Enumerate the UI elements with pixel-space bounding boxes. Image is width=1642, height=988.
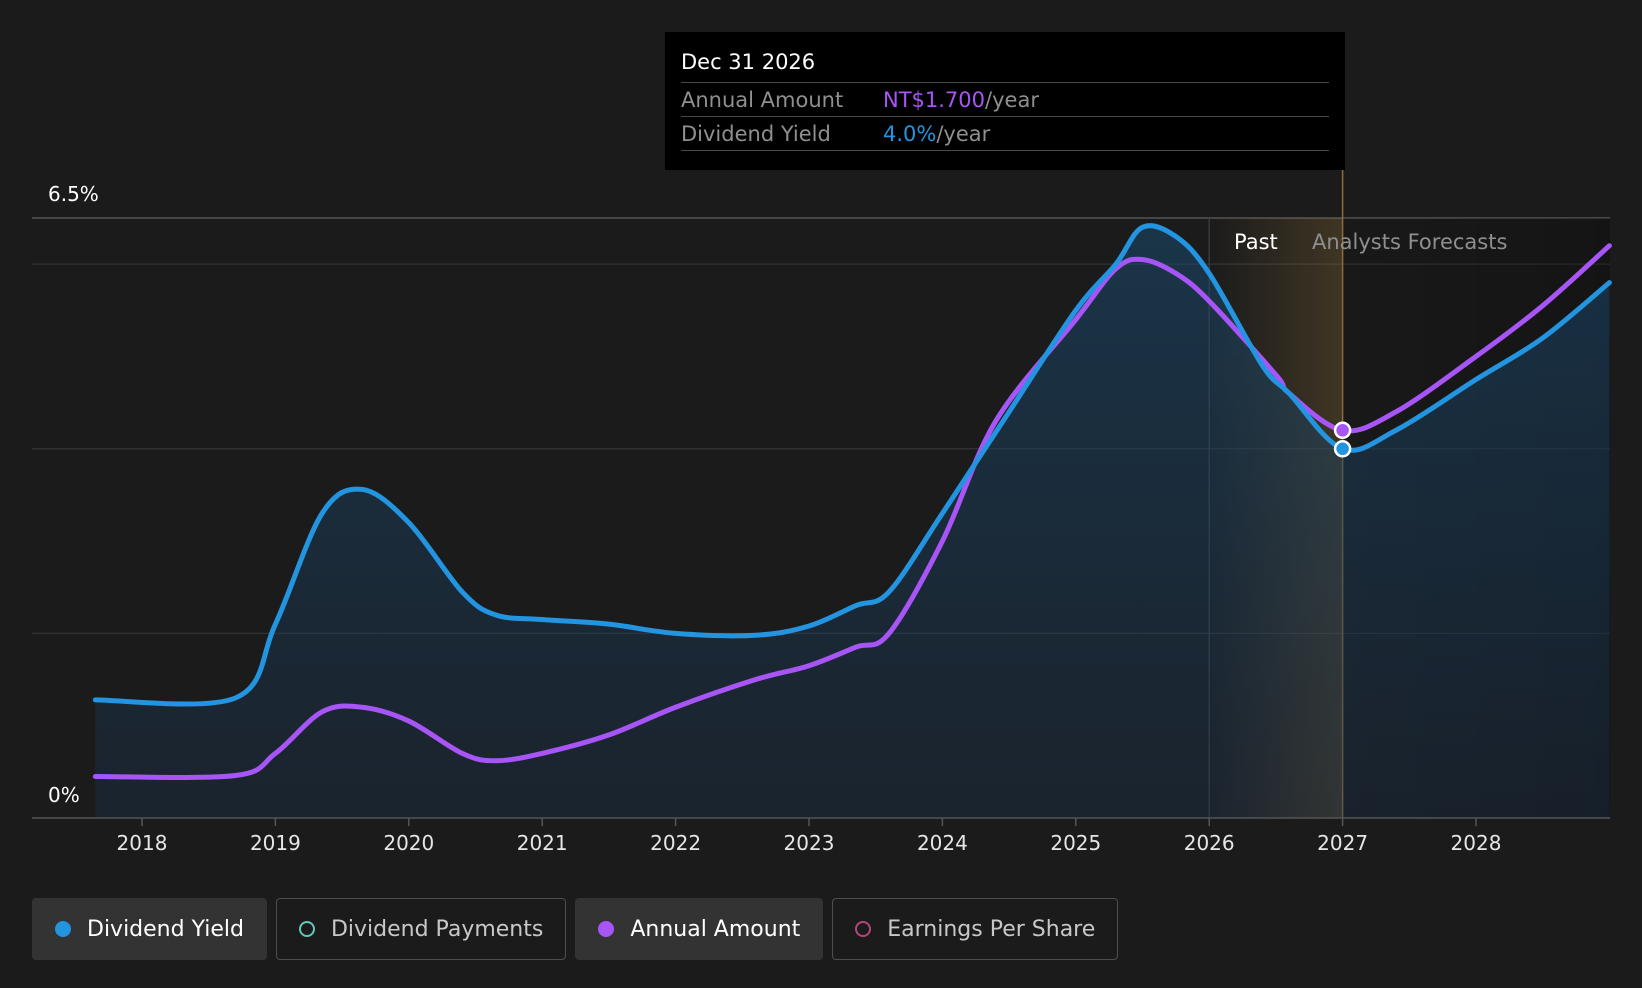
annual-amount-marker[interactable]	[1333, 421, 1352, 440]
x-tick-label: 2028	[1451, 831, 1502, 855]
tooltip-yield-value: 4.0%	[883, 122, 937, 146]
dividend-payments-ring-icon	[298, 921, 315, 937]
tooltip-annual-row: Annual Amount NT$1.700 /year	[681, 83, 1329, 117]
chart-legend: Dividend Yield Dividend Payments Annual …	[32, 898, 1119, 960]
x-tick-label: 2024	[917, 831, 968, 855]
y-label-bottom: 0%	[48, 783, 80, 807]
x-tick-label: 2026	[1184, 831, 1235, 855]
legend-annual-amount-label: Annual Amount	[630, 916, 801, 942]
y-label-top: 6.5%	[48, 182, 99, 206]
x-tick-label: 2019	[250, 831, 301, 855]
legend-dividend-payments[interactable]: Dividend Payments	[275, 898, 567, 960]
x-tick-label: 2022	[650, 831, 701, 855]
x-tick-label: 2023	[784, 831, 835, 855]
legend-dividend-yield-label: Dividend Yield	[87, 916, 244, 942]
tooltip-yield-label: Dividend Yield	[681, 122, 831, 146]
tooltip-yield-unit: /year	[936, 122, 991, 146]
dividend-yield-marker[interactable]	[1333, 440, 1352, 458]
x-tick-label: 2027	[1317, 831, 1368, 855]
dividend-yield-dot-icon	[55, 921, 71, 937]
tooltip-annual-label: Annual Amount	[681, 88, 844, 112]
legend-annual-amount[interactable]: Annual Amount	[575, 898, 824, 960]
forecast-label: Analysts Forecasts	[1312, 230, 1507, 254]
earnings-per-share-ring-icon	[855, 921, 872, 937]
x-tick-label: 2021	[517, 831, 568, 855]
past-label: Past	[1234, 230, 1278, 254]
chart-tooltip: Dec 31 2026 Annual Amount NT$1.700 /year…	[665, 32, 1345, 170]
x-tick-label: 2020	[383, 831, 434, 855]
x-tick-label: 2025	[1050, 831, 1101, 855]
legend-earnings-per-share-label: Earnings Per Share	[887, 916, 1096, 942]
annual-amount-dot-icon	[598, 921, 615, 937]
legend-dividend-payments-label: Dividend Payments	[330, 916, 544, 942]
tooltip-yield-row: Dividend Yield 4.0% /year	[681, 117, 1329, 151]
x-tick-label: 2018	[117, 831, 168, 855]
tooltip-annual-value: NT$1.700	[883, 88, 986, 112]
tooltip-date: Dec 31 2026	[681, 46, 1329, 83]
legend-dividend-yield[interactable]: Dividend Yield	[32, 898, 267, 960]
tooltip-annual-unit: /year	[985, 88, 1039, 112]
legend-earnings-per-share[interactable]: Earnings Per Share	[832, 898, 1119, 960]
